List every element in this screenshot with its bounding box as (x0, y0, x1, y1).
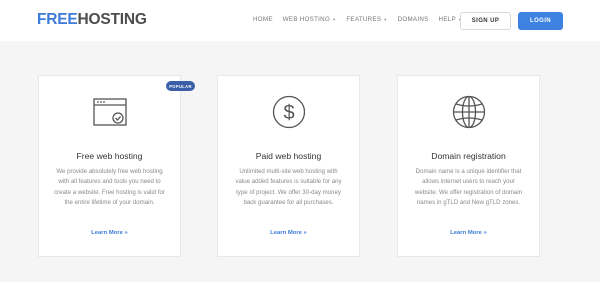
nav-item-domains-label: DOMAINS (397, 16, 429, 23)
nav-item-web-hosting-label: WEB HOSTING (282, 16, 331, 23)
dollar-circle-icon: $ (272, 95, 305, 129)
logo-part-free: FREE (37, 11, 78, 28)
nav-item-home[interactable]: HOME (253, 16, 273, 24)
main-nav: HOME WEB HOSTING ▼ FEATURES ▼ DOMAINS HE… (253, 16, 462, 24)
learn-more-link[interactable]: Learn More » (39, 229, 180, 237)
card-description: We provide absolutely free web hosting w… (54, 168, 165, 207)
logo[interactable]: FREEHOSTING (37, 11, 147, 29)
site-header: FREEHOSTING HOME WEB HOSTING ▼ FEATURES … (0, 0, 600, 41)
card-title: Free web hosting (76, 151, 143, 161)
chevron-down-icon: ▼ (383, 17, 388, 22)
learn-more-link[interactable]: Learn More » (398, 229, 539, 237)
nav-item-domains[interactable]: DOMAINS (398, 16, 429, 24)
card-paid-web-hosting: $ Paid web hosting Unlimited multi-site … (217, 75, 360, 257)
card-description: Unlimited multi-site web hosting with va… (235, 168, 342, 207)
globe-icon (452, 95, 485, 129)
login-button[interactable]: LOGIN (518, 12, 563, 30)
nav-item-features[interactable]: FEATURES ▼ (346, 16, 387, 24)
popular-badge: POPULAR (166, 81, 195, 91)
sign-up-button[interactable]: SIGN UP (460, 12, 511, 30)
browser-check-icon (92, 98, 127, 126)
nav-item-home-label: HOME (253, 16, 273, 23)
card-title: Domain registration (431, 151, 506, 161)
nav-item-help-label: HELP (438, 16, 456, 23)
card-title: Paid web hosting (255, 151, 322, 161)
card-free-web-hosting: Free web hosting We provide absolutely f… (38, 75, 181, 257)
chevron-down-icon: ▼ (332, 17, 337, 22)
nav-item-web-hosting[interactable]: WEB HOSTING ▼ (283, 16, 337, 24)
svg-text:$: $ (283, 102, 294, 124)
card-description: Domain name is a unique identifier that … (414, 168, 523, 207)
card-domain-registration: Domain registration Domain name is a uni… (397, 75, 540, 257)
nav-item-features-label: FEATURES (346, 16, 382, 23)
logo-part-hosting: HOSTING (77, 11, 147, 28)
nav-item-help[interactable]: HELP ▼ (439, 16, 463, 24)
learn-more-link[interactable]: Learn More » (218, 229, 359, 237)
